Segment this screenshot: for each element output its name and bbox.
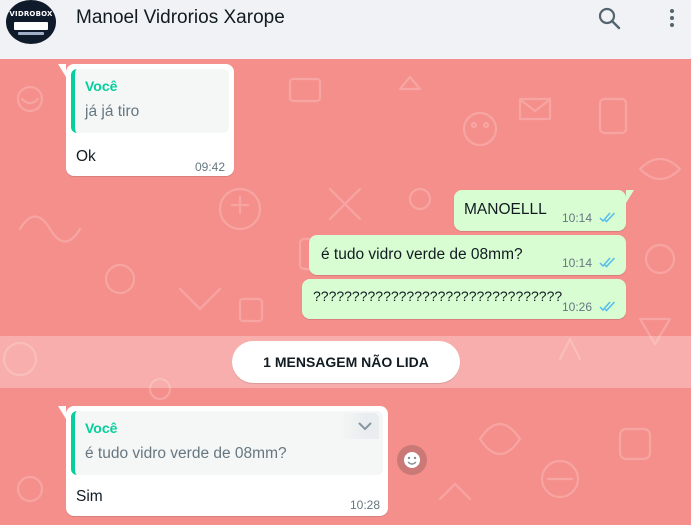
contact-avatar[interactable]: VIDROBOX	[6, 0, 56, 44]
read-ticks-icon	[599, 257, 616, 268]
quote-text: é tudo vidro verde de 08mm?	[85, 445, 287, 462]
message-bubble-outgoing[interactable]: é tudo vidro verde de 08mm? 10:14	[309, 235, 626, 275]
chat-panel[interactable]: Você já já tiro Ok 09:42 MANOELLL 10:14 …	[0, 59, 691, 525]
message-time: 10:14	[562, 256, 593, 270]
message-text: Ok	[76, 148, 96, 165]
avatar-logo-band	[14, 22, 48, 30]
message-time: 10:28	[349, 498, 380, 512]
message-bubble-incoming[interactable]: Você já já tiro Ok 09:42	[58, 64, 234, 176]
bubble-tail	[58, 406, 66, 419]
search-icon[interactable]	[597, 6, 621, 30]
message-text: MANOELLL	[464, 201, 547, 218]
quote-author: Você	[85, 420, 118, 436]
message-time: 09:42	[194, 160, 225, 174]
message-text: ????????????????????????????????	[313, 288, 563, 304]
chat-header: VIDROBOX Manoel Vidrorios Xarope	[0, 0, 691, 59]
message-time: 10:14	[562, 211, 593, 225]
chevron-down-icon[interactable]	[357, 421, 373, 431]
bubble-tail	[626, 190, 634, 203]
quote-author: Você	[85, 78, 118, 94]
quote-text: já já tiro	[85, 103, 140, 120]
read-ticks-icon	[599, 212, 616, 223]
message-bubble-outgoing[interactable]: ???????????????????????????????? 10:26	[302, 279, 626, 319]
unread-messages-banner: 1 MENSAGEM NÃO LIDA	[232, 341, 460, 383]
kebab-menu-icon[interactable]	[660, 6, 684, 30]
avatar-logo-text: VIDROBOX	[9, 10, 53, 18]
read-ticks-icon	[599, 301, 616, 312]
bubble-tail	[58, 64, 66, 77]
quoted-message[interactable]: Você é tudo vidro verde de 08mm?	[71, 411, 383, 475]
message-options[interactable]	[339, 413, 379, 439]
contact-name[interactable]: Manoel Vidrorios Xarope	[76, 7, 285, 29]
message-bubble-outgoing[interactable]: MANOELLL 10:14	[454, 190, 634, 231]
quoted-message[interactable]: Você já já tiro	[71, 69, 229, 133]
message-time: 10:26	[562, 300, 593, 314]
message-text: Sim	[76, 488, 103, 505]
message-bubble-incoming[interactable]: Você é tudo vidro verde de 08mm? Sim 10:…	[58, 406, 388, 516]
avatar-logo-band-small	[18, 32, 44, 35]
smiley-icon	[404, 452, 420, 468]
message-text: é tudo vidro verde de 08mm?	[321, 246, 523, 263]
react-emoji-button[interactable]	[397, 445, 427, 475]
